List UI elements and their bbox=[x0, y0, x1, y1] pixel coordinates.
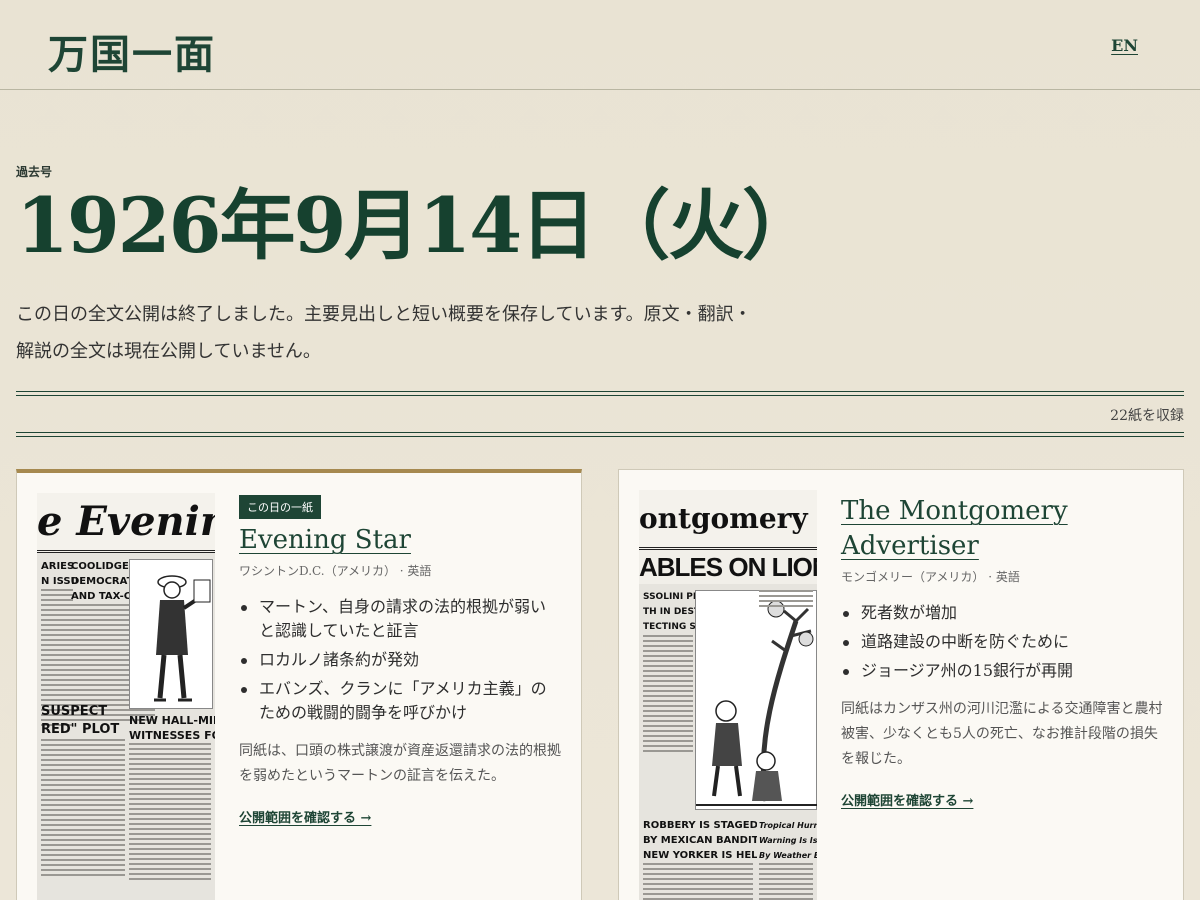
featured-badge: この日の一紙 bbox=[239, 495, 321, 519]
site-header: 万国一面 EN bbox=[0, 0, 1200, 90]
thumbnail-text: SSOLINI PLACES bbox=[643, 592, 697, 602]
thumbnail-text: BY MEXICAN BANDITS bbox=[643, 835, 757, 846]
thumbnail-text: SUSPECT bbox=[41, 704, 108, 719]
thumbnail-text: WITNESSES FOUND bbox=[129, 729, 215, 742]
paper-title-link[interactable]: Evening Star bbox=[239, 523, 411, 558]
paper-card-content: この日の一紙 Evening Star ワシントンD.C.（アメリカ） · 英語… bbox=[239, 495, 561, 826]
check-scope-link[interactable]: 公開範囲を確認する → bbox=[239, 807, 371, 826]
paper-summary: 同紙は、口頭の株式譲渡が資産返還請求の法的根拠を弱めたというマートンの証言を伝え… bbox=[239, 743, 561, 784]
thumbnail-text: RED" PLOT bbox=[41, 722, 120, 737]
paper-count: 22紙を収録 bbox=[1110, 408, 1184, 424]
thumbnail-text: NEW YORKER IS HELD bbox=[643, 850, 757, 861]
headline-list: 死者数が増加 道路建設の中断を防ぐために ジョージア州の15銀行が再開 bbox=[841, 601, 1163, 683]
front-page-thumbnail[interactable]: e Evening St ARIES N ISSUES COOLIDGE OPP… bbox=[37, 493, 215, 900]
thumbnail-masthead: e Evening St bbox=[37, 498, 215, 545]
issue-date-title: 1926年9月14日（火） bbox=[16, 181, 818, 270]
divider-bottom bbox=[16, 432, 1184, 437]
paper-summary: 同紙はカンザス州の河川氾濫による交通障害と農村被害、少なくとも5人の死亡、なお推… bbox=[841, 701, 1163, 767]
paper-meta: ワシントンD.C.（アメリカ） · 英語 bbox=[239, 564, 432, 578]
headline-item: ロカルノ諸条約が発効 bbox=[239, 648, 561, 672]
thumbnail-text: NEW HALL-MILLS bbox=[129, 714, 215, 727]
check-scope-link[interactable]: 公開範囲を確認する → bbox=[841, 790, 973, 809]
headline-item: 死者数が増加 bbox=[841, 601, 1163, 625]
paper-card-content: The Montgomery Advertiser モンゴメリー（アメリカ） ·… bbox=[841, 494, 1163, 809]
site-logo[interactable]: 万国一面 bbox=[48, 22, 216, 80]
headline-item: ジョージア州の15銀行が再開 bbox=[841, 659, 1163, 683]
front-page-thumbnail[interactable]: ontgomery Adve ABLES ON LIONS V SSOLINI … bbox=[639, 490, 817, 900]
headline-item: エバンズ、クランに「アメリカ主義」のための戦闘的闘争を呼びかけ bbox=[239, 677, 561, 725]
thumbnail-text: Tropical Hurricane bbox=[759, 821, 817, 830]
headline-item: 道路建設の中断を防ぐために bbox=[841, 630, 1163, 654]
paper-card-evening-star: e Evening St ARIES N ISSUES COOLIDGE OPP… bbox=[16, 469, 582, 900]
paper-card-montgomery-advertiser: ontgomery Adve ABLES ON LIONS V SSOLINI … bbox=[618, 469, 1184, 900]
headline-list: マートン、自身の請求の法的根拠が弱いと認識していたと証言 ロカルノ諸条約が発効 … bbox=[239, 595, 561, 725]
thumbnail-text: Warning Is Issued bbox=[759, 836, 817, 845]
thumbnail-text: ROBBERY IS STAGED bbox=[643, 820, 757, 831]
language-switch-link[interactable]: EN bbox=[1111, 36, 1138, 55]
paper-title-link[interactable]: The Montgomery Advertiser bbox=[841, 494, 1163, 564]
thumbnail-text: TH IN DESTINY'S bbox=[643, 607, 697, 617]
headline-item: マートン、自身の請求の法的根拠が弱いと認識していたと証言 bbox=[239, 595, 561, 643]
cartoon-illustration bbox=[129, 559, 213, 709]
thumbnail-masthead: ontgomery Adve bbox=[639, 502, 817, 535]
thumbnail-banner: ABLES ON LIONS V bbox=[639, 550, 817, 584]
paper-meta: モンゴメリー（アメリカ） · 英語 bbox=[841, 570, 1020, 584]
archive-notice: この日の全文公開は終了しました。主要見出しと短い概要を保存しています。原文・翻訳… bbox=[16, 304, 752, 362]
divider-top bbox=[16, 391, 1184, 396]
thumbnail-text: By Weather Bureau bbox=[759, 851, 817, 860]
thumbnail-text: TECTING STAR bbox=[643, 622, 697, 632]
